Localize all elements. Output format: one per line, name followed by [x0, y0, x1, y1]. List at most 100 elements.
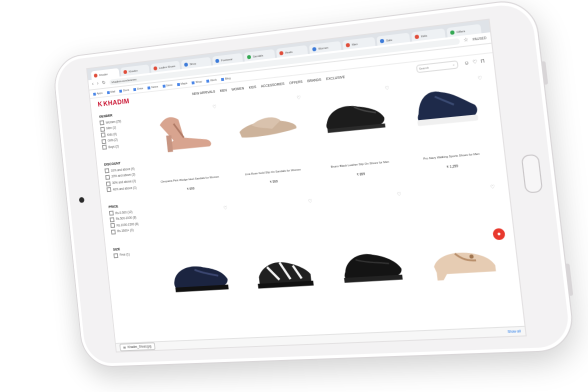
checkbox[interactable] — [109, 211, 114, 216]
wishlist-heart-icon[interactable]: ♡ — [385, 85, 390, 92]
filter-group: Price Rs.0-500 (12) Rs.500-1000 (8) Rs.1000… — [108, 202, 153, 235]
wishlist-heart-icon[interactable]: ♡ — [308, 199, 313, 205]
product-card[interactable]: ♡ — [155, 201, 242, 313]
wishlist-heart-icon[interactable]: ♡ — [490, 184, 496, 191]
product-name[interactable]: Lina Rose Gold Slip On Sandals for Women — [245, 167, 301, 176]
checkbox[interactable] — [111, 229, 116, 234]
wishlist-heart-icon[interactable]: ♡ — [397, 192, 402, 198]
header-icons: ☺ ♡ ⊓ — [464, 58, 486, 67]
site-logo[interactable]: K KHADIM — [97, 98, 129, 108]
wishlist-heart-icon[interactable]: ♡ — [477, 75, 483, 82]
bookmark-item[interactable]: Shop — [192, 79, 203, 84]
volume-button[interactable] — [541, 61, 548, 85]
back-icon[interactable]: ‹ — [92, 82, 94, 88]
logo-text: KHADIM — [103, 98, 130, 108]
product-image-black-slip-on[interactable] — [334, 239, 410, 290]
nav-link[interactable]: Exclusive — [326, 75, 345, 81]
filter-option-label: Boys (2) — [108, 144, 119, 149]
bookmark-favicon-icon — [162, 84, 165, 87]
filter-option[interactable]: Free (1) — [113, 251, 156, 259]
download-item[interactable]: ▤ Khadim_Shoes.jpg — [119, 342, 155, 351]
filter-option-label: Rs.1000-1500 (6) — [116, 222, 138, 227]
filter-option[interactable]: Rs.1500+ (3) — [111, 227, 154, 235]
download-bar: ▤ Khadim_Shoes.jpg Show all — [116, 326, 526, 352]
favicon-icon — [346, 42, 350, 46]
product-image-heel-sandal[interactable] — [151, 106, 219, 157]
favicon-icon — [415, 34, 420, 39]
reload-icon[interactable]: ↻ — [102, 80, 106, 86]
bookmark-favicon-icon — [93, 92, 96, 95]
product-image-sneaker[interactable] — [406, 78, 485, 133]
search-placeholder: Search — [419, 66, 429, 71]
show-all-link[interactable]: Show all — [507, 329, 521, 334]
product-grid: ♡ Cleopatra Pink Wedge Heel Sandals for W… — [141, 68, 523, 327]
wishlist-heart-icon[interactable]: ♡ — [296, 95, 301, 101]
bookmark-item[interactable]: Drive — [133, 86, 143, 91]
bookmark-item[interactable]: News — [147, 85, 158, 90]
bookmark-label: Work — [210, 78, 217, 83]
product-card[interactable]: ♡ Cleopatra Pink Wedge Heel Sandals for W… — [144, 100, 230, 204]
bookmark-item[interactable]: Maps — [177, 81, 188, 86]
filter-option-label: 20% and above (3) — [111, 173, 135, 179]
checkbox[interactable] — [106, 181, 111, 186]
tab-label: Sale — [386, 37, 393, 42]
checkbox[interactable] — [100, 126, 105, 131]
checkbox[interactable] — [110, 223, 115, 228]
product-name[interactable]: Bruno Black Leather Slip On Shoes for Me… — [331, 160, 390, 169]
product-image-loafer[interactable] — [317, 88, 392, 141]
product-card[interactable]: ♡ — [236, 194, 328, 308]
wishlist-heart-icon[interactable]: ♡ — [212, 104, 217, 110]
filter-option-label: 40% and above (1) — [113, 185, 137, 191]
favicon-icon — [184, 62, 188, 66]
star-icon[interactable]: ☆ — [463, 37, 468, 44]
user-icon[interactable]: ☺ — [464, 60, 470, 67]
tab-label: Women — [318, 45, 329, 50]
bookmark-item[interactable]: Mail — [107, 89, 116, 94]
favicon-icon — [312, 47, 316, 51]
power-button[interactable] — [565, 263, 573, 295]
bookmark-item[interactable]: Docs — [119, 88, 129, 93]
forward-icon[interactable]: › — [97, 81, 99, 87]
bookmark-item[interactable]: Work — [206, 78, 217, 83]
nav-link[interactable]: Men — [220, 88, 227, 93]
nav-link[interactable]: New arrivals — [192, 90, 216, 96]
product-image-sport-sandal[interactable] — [248, 245, 320, 295]
checkbox[interactable] — [107, 187, 112, 192]
tab-label: Kids — [421, 33, 428, 38]
heart-icon[interactable]: ♡ — [472, 59, 478, 66]
checkbox[interactable] — [110, 217, 115, 222]
product-image-slide[interactable] — [232, 97, 304, 149]
checkbox[interactable] — [101, 139, 106, 144]
product-card[interactable]: ♡ — [322, 187, 418, 304]
product-name[interactable]: Pro Navy Walking Sports Shoes for Men — [423, 152, 480, 161]
product-card[interactable]: ♡ Pro Navy Walking Sports Shoes for Men ₹ … — [399, 71, 498, 183]
search-input[interactable]: Search ⌕ — [415, 60, 458, 73]
filter-option-label: 30% and above (2) — [112, 179, 136, 185]
home-button[interactable] — [521, 154, 543, 194]
nav-link[interactable]: Accessories — [261, 82, 285, 89]
product-card[interactable]: ♡ Bruno Black Leather Slip On Shoes for M… — [310, 81, 404, 190]
checkbox[interactable] — [102, 145, 107, 150]
nav-link[interactable]: Women — [231, 86, 244, 91]
account-label[interactable]: PAUSED — [472, 36, 486, 42]
checkbox[interactable] — [113, 253, 118, 258]
nav-link[interactable]: Brands — [307, 78, 321, 84]
checkbox[interactable] — [100, 120, 105, 125]
checkbox[interactable] — [105, 169, 110, 174]
bookmark-item[interactable]: Store — [162, 83, 172, 88]
checkbox[interactable] — [105, 175, 110, 180]
wishlist-heart-icon[interactable]: ♡ — [223, 205, 228, 211]
bookmark-item[interactable]: Apps — [93, 91, 103, 96]
bookmark-favicon-icon — [119, 89, 122, 92]
checkbox[interactable] — [101, 133, 106, 138]
product-image-navy-loafer[interactable] — [166, 251, 235, 300]
nav-link[interactable]: Offers — [289, 80, 303, 85]
product-card[interactable]: ♡ Lina Rose Gold Slip On Sandals for Wome… — [225, 91, 315, 197]
product-name[interactable]: Cleopatra Pink Wedge Heel Sandals for Wo… — [160, 175, 219, 184]
bag-icon[interactable]: ⊓ — [480, 58, 485, 65]
product-image-beige-mule[interactable] — [424, 233, 504, 285]
bookmark-item[interactable]: Blog — [221, 76, 231, 81]
favicon-icon — [215, 58, 219, 62]
nav-link[interactable]: Kids — [249, 85, 257, 90]
filter-option-label: Kids (0) — [107, 132, 117, 137]
